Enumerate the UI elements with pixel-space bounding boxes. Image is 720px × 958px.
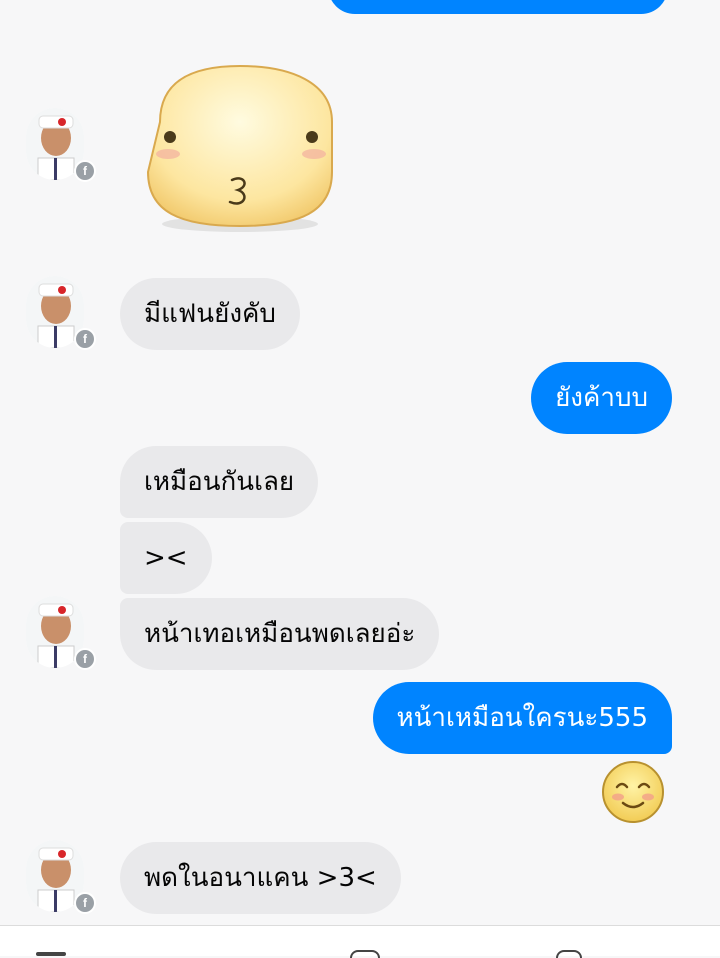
kissing-face-sticker[interactable]	[140, 62, 340, 234]
facebook-badge-icon: f	[74, 328, 96, 350]
incoming-message[interactable]: ><	[120, 522, 212, 594]
incoming-message[interactable]: มีแฟนยังคับ	[120, 278, 300, 350]
incoming-message[interactable]: หน้าเทอเหมือนพดเลยอ่ะ	[120, 598, 440, 670]
incoming-message[interactable]: เหมือนกันเลย	[120, 446, 319, 518]
outgoing-message[interactable]: หน้าเหมือนใครนะ555	[372, 682, 672, 754]
outgoing-message[interactable]: ยังค้าบบ	[531, 362, 672, 434]
facebook-badge-icon: f	[74, 160, 96, 182]
composer-bar[interactable]	[0, 925, 720, 958]
contact-avatar-group[interactable]: f	[26, 840, 96, 916]
camera-icon[interactable]	[36, 952, 66, 956]
emoji-icon[interactable]	[350, 950, 380, 958]
contact-avatar-group[interactable]: f	[26, 108, 96, 184]
like-icon[interactable]	[556, 950, 582, 958]
contact-avatar-group[interactable]: f	[26, 596, 96, 672]
contact-avatar-group[interactable]: f	[26, 276, 96, 352]
outgoing-bubble-partial[interactable]	[328, 0, 668, 14]
incoming-message[interactable]: พดในอนาแคน >3<	[120, 842, 401, 914]
facebook-badge-icon: f	[74, 648, 96, 670]
smiling-face-emoji[interactable]	[600, 759, 666, 825]
facebook-badge-icon: f	[74, 892, 96, 914]
